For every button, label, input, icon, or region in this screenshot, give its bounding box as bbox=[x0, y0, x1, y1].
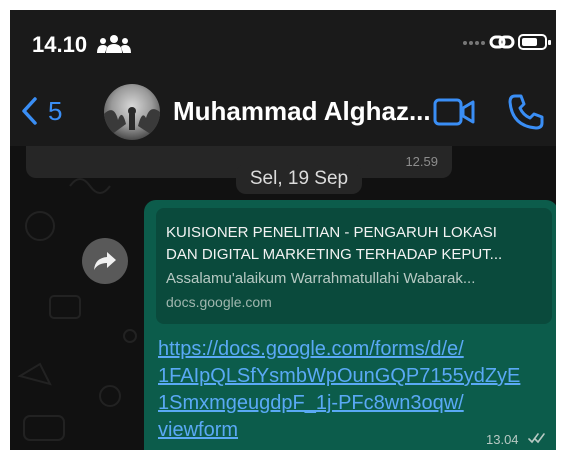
unread-count: 5 bbox=[48, 95, 63, 126]
link-preview-card[interactable]: KUISIONER PENELITIAN - PENGARUH LOKASI D… bbox=[156, 208, 552, 324]
link-preview-title: KUISIONER PENELITIAN - PENGARUH LOKASI D… bbox=[166, 224, 503, 263]
chat-area[interactable]: 12.59 Sel, 19 Sep KUISIONER PENELITIAN -… bbox=[10, 146, 556, 450]
phone-screen: 14.10 5 Muhammad Alghaz... 12.59 Sel, 19… bbox=[10, 10, 556, 450]
date-divider: Sel, 19 Sep bbox=[236, 164, 362, 194]
header: 14.10 5 Muhammad Alghaz... bbox=[10, 10, 556, 146]
message-time: 13.04 bbox=[486, 432, 519, 447]
message-link[interactable]: https://docs.google.com/forms/d/e/ 1FAIp… bbox=[158, 336, 550, 444]
link-preview-domain: docs.google.com bbox=[166, 294, 272, 310]
phone-call-icon[interactable] bbox=[506, 92, 546, 132]
link-preview-description: Assalamu'alaikum Warrahmatullahi Wabarak… bbox=[166, 270, 476, 287]
double-check-icon bbox=[528, 433, 545, 444]
forward-button[interactable] bbox=[82, 238, 128, 284]
back-button[interactable]: 5 bbox=[20, 92, 84, 130]
forward-arrow-icon bbox=[94, 252, 116, 270]
contact-name[interactable]: Muhammad Alghaz... bbox=[173, 96, 433, 130]
previous-message-time: 12.59 bbox=[405, 154, 438, 169]
status-bar: 14.10 bbox=[10, 10, 556, 72]
battery-icon bbox=[518, 34, 551, 50]
avatar[interactable] bbox=[104, 84, 160, 140]
status-time: 14.10 bbox=[32, 32, 88, 57]
video-call-icon[interactable] bbox=[432, 92, 476, 132]
signal-dots-icon bbox=[463, 41, 485, 45]
people-icon bbox=[97, 35, 131, 53]
back-chevron-icon bbox=[22, 97, 37, 125]
nav-bar: 5 Muhammad Alghaz... bbox=[10, 72, 556, 146]
link-icon bbox=[489, 35, 515, 49]
